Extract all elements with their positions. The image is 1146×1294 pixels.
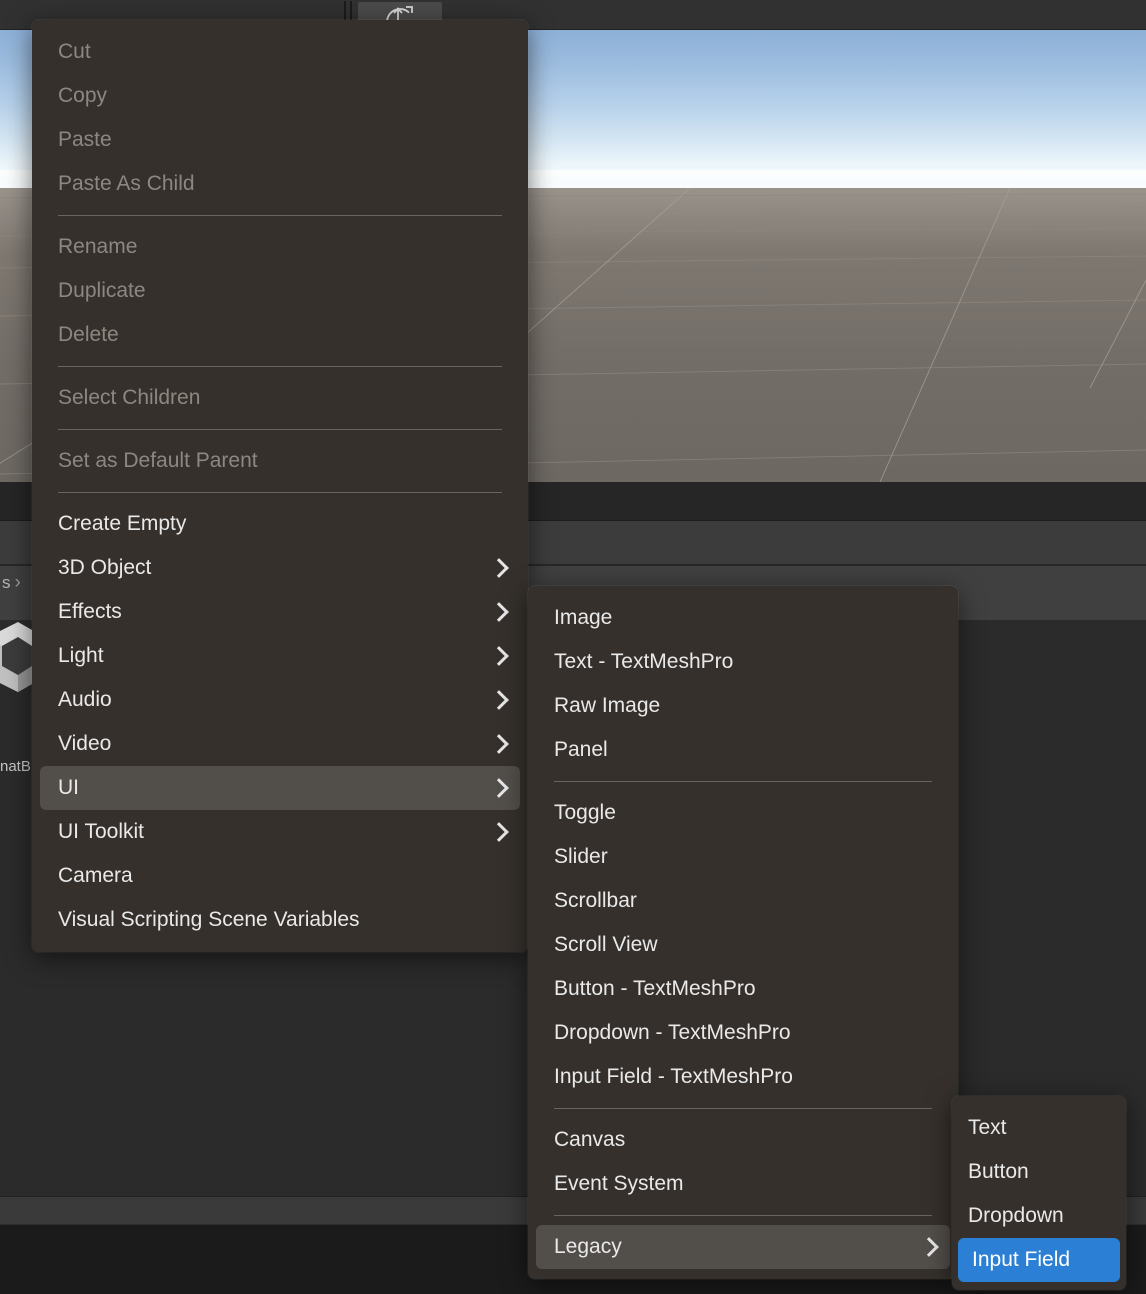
- menu-item-effects[interactable]: Effects: [32, 590, 528, 634]
- menu-item-label: Duplicate: [58, 279, 146, 302]
- menu-item-paste: Paste: [32, 118, 528, 162]
- menu-item-ui[interactable]: UI: [40, 766, 520, 810]
- menu-item-text[interactable]: Text: [952, 1106, 1126, 1150]
- menu-item-slider[interactable]: Slider: [528, 835, 958, 879]
- menu-item-input-field[interactable]: Input Field: [958, 1238, 1120, 1282]
- submenu-arrow-icon: [489, 558, 509, 578]
- menu-item-scroll-view[interactable]: Scroll View: [528, 923, 958, 967]
- submenu-arrow-icon: [489, 822, 509, 842]
- menu-item-create-empty[interactable]: Create Empty: [32, 502, 528, 546]
- chevron-right-icon: ›: [14, 572, 21, 593]
- menu-item-audio[interactable]: Audio: [32, 678, 528, 722]
- menu-item-label: Raw Image: [554, 694, 661, 717]
- menu-separator: [554, 1108, 932, 1109]
- menu-item-label: Input Field: [972, 1248, 1071, 1271]
- menu-item-label: Event System: [554, 1172, 684, 1195]
- menu-item-label: Rename: [58, 235, 138, 258]
- menu-item-label: Canvas: [554, 1128, 626, 1151]
- asset-name-label: natB: [0, 758, 31, 775]
- menu-item-select-children: Select Children: [32, 376, 528, 420]
- menu-item-set-as-default-parent: Set as Default Parent: [32, 439, 528, 483]
- submenu-arrow-icon: [489, 778, 509, 798]
- menu-item-label: Dropdown - TextMeshPro: [554, 1021, 791, 1044]
- menu-item-image[interactable]: Image: [528, 596, 958, 640]
- menu-separator: [554, 781, 932, 782]
- menu-item-label: Text: [968, 1116, 1007, 1139]
- menu-item-button-textmeshpro[interactable]: Button - TextMeshPro: [528, 967, 958, 1011]
- menu-item-cut: Cut: [32, 30, 528, 74]
- menu-item-label: Input Field - TextMeshPro: [554, 1065, 793, 1088]
- menu-item-label: Video: [58, 732, 112, 755]
- menu-item-label: Effects: [58, 600, 122, 623]
- menu-item-3d-object[interactable]: 3D Object: [32, 546, 528, 590]
- submenu-arrow-icon: [489, 602, 509, 622]
- menu-item-camera[interactable]: Camera: [32, 854, 528, 898]
- menu-item-dropdown[interactable]: Dropdown: [952, 1194, 1126, 1238]
- menu-item-label: Legacy: [554, 1235, 622, 1258]
- menu-item-label: Panel: [554, 738, 608, 761]
- menu-item-paste-as-child: Paste As Child: [32, 162, 528, 206]
- menu-item-label: Button - TextMeshPro: [554, 977, 756, 1000]
- menu-item-label: Set as Default Parent: [58, 449, 258, 472]
- menu-item-raw-image[interactable]: Raw Image: [528, 684, 958, 728]
- menu-item-dropdown-textmeshpro[interactable]: Dropdown - TextMeshPro: [528, 1011, 958, 1055]
- menu-item-scrollbar[interactable]: Scrollbar: [528, 879, 958, 923]
- menu-item-label: Delete: [58, 323, 119, 346]
- menu-item-video[interactable]: Video: [32, 722, 528, 766]
- menu-item-canvas[interactable]: Canvas: [528, 1118, 958, 1162]
- menu-separator: [58, 215, 502, 216]
- menu-item-label: Button: [968, 1160, 1029, 1183]
- menu-item-event-system[interactable]: Event System: [528, 1162, 958, 1206]
- menu-item-rename: Rename: [32, 225, 528, 269]
- menu-item-label: Camera: [58, 864, 133, 887]
- menu-item-copy: Copy: [32, 74, 528, 118]
- submenu-arrow-icon: [489, 646, 509, 666]
- menu-separator: [554, 1215, 932, 1216]
- menu-item-label: UI: [58, 776, 79, 799]
- menu-item-label: Slider: [554, 845, 608, 868]
- menu-item-toggle[interactable]: Toggle: [528, 791, 958, 835]
- menu-item-label: Scrollbar: [554, 889, 637, 912]
- menu-item-label: Scroll View: [554, 933, 658, 956]
- menu-item-label: Paste As Child: [58, 172, 195, 195]
- menu-item-label: Audio: [58, 688, 112, 711]
- menu-item-panel[interactable]: Panel: [528, 728, 958, 772]
- menu-item-label: Toggle: [554, 801, 616, 824]
- menu-item-label: UI Toolkit: [58, 820, 144, 843]
- submenu-arrow-icon: [489, 734, 509, 754]
- menu-item-label: Create Empty: [58, 512, 187, 535]
- menu-item-label: 3D Object: [58, 556, 152, 579]
- menu-separator: [58, 492, 502, 493]
- menu-item-input-field-textmeshpro[interactable]: Input Field - TextMeshPro: [528, 1055, 958, 1099]
- menu-separator: [58, 429, 502, 430]
- submenu-arrow-icon: [919, 1237, 939, 1257]
- menu-item-duplicate: Duplicate: [32, 269, 528, 313]
- menu-item-text-textmeshpro[interactable]: Text - TextMeshPro: [528, 640, 958, 684]
- hierarchy-context-menu[interactable]: Cut Copy Paste Paste As Child Rename Duplicat…: [32, 20, 528, 952]
- menu-item-label: Paste: [58, 128, 112, 151]
- menu-separator: [58, 366, 502, 367]
- menu-item-label: Visual Scripting Scene Variables: [58, 908, 360, 931]
- menu-item-label: Image: [554, 606, 613, 629]
- legacy-submenu[interactable]: Text Button Dropdown Input Field: [952, 1096, 1126, 1290]
- menu-item-label: Select Children: [58, 386, 201, 409]
- menu-item-label: Dropdown: [968, 1204, 1064, 1227]
- menu-item-legacy[interactable]: Legacy: [536, 1225, 950, 1269]
- breadcrumb-segment[interactable]: s: [2, 573, 11, 593]
- menu-item-label: Text - TextMeshPro: [554, 650, 734, 673]
- menu-item-ui-toolkit[interactable]: UI Toolkit: [32, 810, 528, 854]
- menu-item-button[interactable]: Button: [952, 1150, 1126, 1194]
- menu-item-delete: Delete: [32, 313, 528, 357]
- menu-item-label: Copy: [58, 84, 108, 107]
- submenu-arrow-icon: [489, 690, 509, 710]
- ui-submenu[interactable]: Image Text - TextMeshPro Raw Image Panel Tog…: [528, 586, 958, 1279]
- menu-item-label: Light: [58, 644, 104, 667]
- menu-item-light[interactable]: Light: [32, 634, 528, 678]
- menu-item-label: Cut: [58, 40, 91, 63]
- menu-item-visual-scripting-scene-variables[interactable]: Visual Scripting Scene Variables: [32, 898, 528, 942]
